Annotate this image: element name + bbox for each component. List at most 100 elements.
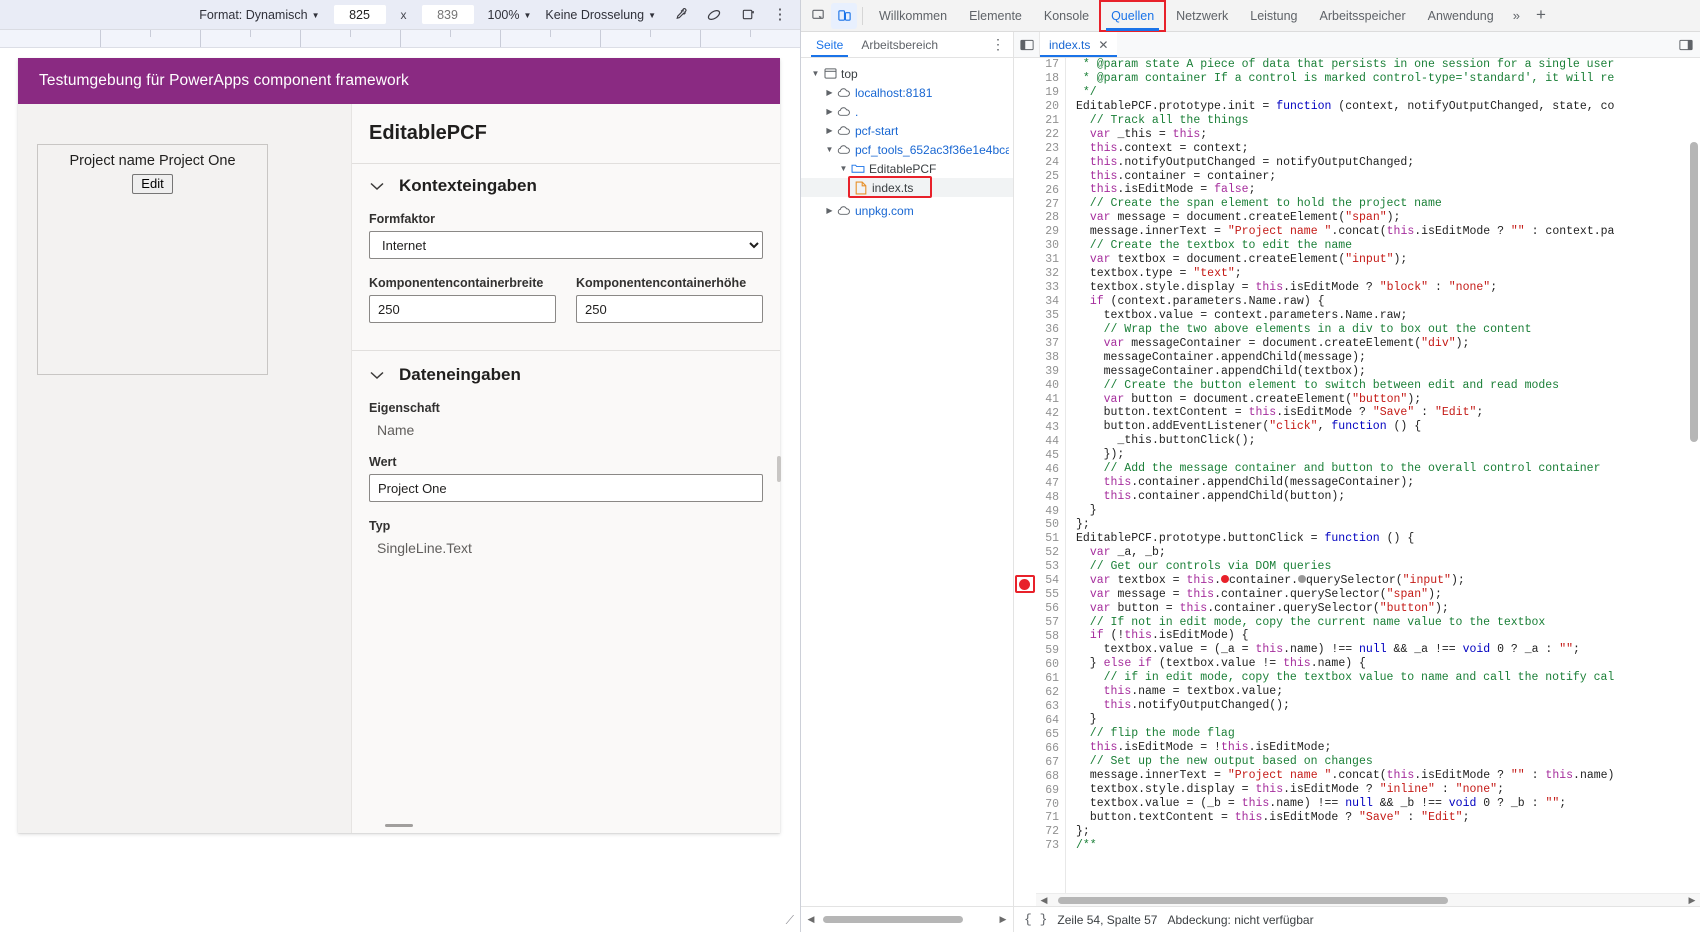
- breakpoint-marker[interactable]: [1019, 579, 1030, 590]
- section-heading: Kontexteingaben: [399, 176, 537, 196]
- viewport-width-input[interactable]: [334, 5, 386, 24]
- sources-statusbar: ◀ ▶ { } Zeile 54, Spalte 57 Abdeckung: n…: [801, 906, 1700, 932]
- file-tree: ▼ top ▶: [801, 58, 1013, 906]
- tree-row[interactable]: ▼ EditablePCF: [801, 159, 1013, 178]
- harness-drag-handle[interactable]: [385, 824, 413, 827]
- inspect-element-icon[interactable]: [805, 3, 831, 29]
- tab-elemente[interactable]: Elemente: [958, 1, 1033, 31]
- tree-row[interactable]: ▼ top: [801, 64, 1013, 83]
- editable-pcf-control: Project name Project One Edit: [37, 144, 268, 375]
- field-typ: Typ SingleLine.Text: [369, 519, 763, 556]
- device-format-dropdown[interactable]: Format: Dynamisch ▼: [199, 8, 319, 22]
- rotate-icon[interactable]: [704, 5, 724, 25]
- wert-input[interactable]: [369, 474, 763, 502]
- show-navigator-icon[interactable]: [1014, 32, 1040, 57]
- tab-arbeitsspeicher[interactable]: Arbeitsspeicher: [1309, 1, 1417, 31]
- add-panel-icon[interactable]: +: [1528, 5, 1554, 27]
- tree-row[interactable]: ▶ .: [801, 102, 1013, 121]
- navigator-more-icon[interactable]: ⋮: [983, 32, 1013, 57]
- cursor-position-label: Zeile 54, Spalte 57: [1057, 913, 1157, 927]
- hscroll-track[interactable]: [1050, 896, 1686, 905]
- throttling-dropdown[interactable]: Keine Drosselung ▼: [545, 8, 656, 22]
- tab-konsole[interactable]: Konsole: [1033, 1, 1100, 31]
- tab-label: Leistung: [1250, 9, 1297, 23]
- field-label: Formfaktor: [369, 212, 763, 226]
- editor-tab-index-ts[interactable]: index.ts ✕: [1040, 32, 1117, 57]
- panel-resize-handle[interactable]: [777, 456, 781, 482]
- code-editor-area[interactable]: 1718192021222324252627282930313233343536…: [1014, 58, 1700, 906]
- section-data-inputs-header[interactable]: Dateneingaben: [369, 365, 763, 385]
- toolbar-divider: [862, 7, 863, 25]
- pretty-print-icon[interactable]: { }: [1024, 912, 1047, 927]
- eyedropper-icon[interactable]: [670, 5, 690, 25]
- container-width-input[interactable]: [369, 295, 556, 323]
- twisty-closed-icon[interactable]: ▶: [823, 126, 836, 135]
- twisty-open-icon[interactable]: ▼: [823, 145, 836, 154]
- navigator-statusbar-scroll[interactable]: ◀ ▶: [801, 907, 1014, 932]
- tree-row[interactable]: ▶ localhost:8181: [801, 83, 1013, 102]
- more-options-icon[interactable]: ⋮: [772, 11, 788, 19]
- cloud-icon: [836, 145, 852, 155]
- tab-willkommen[interactable]: Willkommen: [868, 1, 958, 31]
- tree-label: unpkg.com: [855, 204, 914, 218]
- twisty-closed-icon[interactable]: ▶: [823, 107, 836, 116]
- show-debugger-icon[interactable]: [1672, 32, 1700, 57]
- zoom-dropdown[interactable]: 100% ▼: [488, 8, 532, 22]
- editor-horizontal-scrollbar[interactable]: ◀ ▶: [1036, 893, 1700, 906]
- tab-label: Willkommen: [879, 9, 947, 23]
- nav-tab-seite[interactable]: Seite: [807, 32, 852, 57]
- control-preview-column: Project name Project One Edit: [18, 104, 351, 833]
- control-edit-button[interactable]: Edit: [132, 174, 172, 194]
- code-scroll-container[interactable]: 1718192021222324252627282930313233343536…: [1036, 58, 1700, 906]
- formfaktor-select[interactable]: Internet: [369, 231, 763, 259]
- tab-anwendung[interactable]: Anwendung: [1417, 1, 1505, 31]
- nav-tab-label: Arbeitsbereich: [861, 38, 938, 52]
- nav-tab-arbeitsbereich[interactable]: Arbeitsbereich: [852, 32, 947, 57]
- navigator-tabs: Seite Arbeitsbereich ⋮: [801, 32, 1013, 58]
- close-icon[interactable]: ✕: [1098, 38, 1108, 52]
- chevron-down-icon: ▼: [648, 12, 656, 20]
- cloud-icon: [836, 206, 852, 216]
- device-toolbar-icon[interactable]: [831, 3, 857, 29]
- viewport-resize-corner[interactable]: ⟋: [786, 913, 794, 928]
- more-tabs-icon[interactable]: »: [1505, 8, 1528, 23]
- tree-row-index-ts[interactable]: index.ts: [801, 178, 1013, 197]
- source-editor: index.ts ✕: [1014, 32, 1700, 906]
- code-content[interactable]: * @param state A piece of data that pers…: [1066, 58, 1700, 906]
- tab-quellen[interactable]: Quellen: [1100, 1, 1165, 31]
- emulated-page-viewport: Testumgebung für PowerApps component fra…: [0, 48, 800, 932]
- scrollbar-thumb[interactable]: [1690, 142, 1698, 442]
- folder-icon: [850, 163, 866, 174]
- tab-netzwerk[interactable]: Netzwerk: [1165, 1, 1239, 31]
- scroll-left-arrow[interactable]: ◀: [1038, 895, 1050, 906]
- twisty-closed-icon[interactable]: ▶: [823, 88, 836, 97]
- tab-leistung[interactable]: Leistung: [1239, 1, 1308, 31]
- editor-tabbar: index.ts ✕: [1014, 32, 1700, 58]
- breakpoint-gutter[interactable]: [1014, 58, 1036, 906]
- screenshot-icon[interactable]: [738, 5, 758, 25]
- eigenschaft-value: Name: [369, 420, 763, 438]
- app-root: Format: Dynamisch ▼ x 100% ▼ Keine Dross…: [0, 0, 1700, 932]
- chevron-down-icon: [369, 178, 385, 194]
- section-context-inputs-header[interactable]: Kontexteingaben: [369, 176, 763, 196]
- tree-row[interactable]: ▶ unpkg.com: [801, 201, 1013, 220]
- sources-navigator: Seite Arbeitsbereich ⋮ ▼: [801, 32, 1014, 906]
- scrollbar-thumb[interactable]: [1058, 897, 1448, 904]
- viewport-height-input[interactable]: [422, 5, 474, 24]
- scrollbar-thumb[interactable]: [823, 916, 963, 923]
- field-eigenschaft: Eigenschaft Name: [369, 401, 763, 438]
- harness-title: Testumgebung für PowerApps component fra…: [39, 72, 409, 90]
- twisty-closed-icon[interactable]: ▶: [823, 206, 836, 215]
- twisty-open-icon[interactable]: ▼: [809, 69, 822, 78]
- container-height-input[interactable]: [576, 295, 763, 323]
- nav-tab-label: Seite: [816, 38, 843, 52]
- tree-row[interactable]: ▶ pcf-start: [801, 121, 1013, 140]
- hscroll-track[interactable]: [817, 915, 997, 924]
- scroll-right-arrow[interactable]: ▶: [997, 914, 1009, 925]
- twisty-open-icon[interactable]: ▼: [837, 164, 850, 173]
- field-label: Komponentencontainerbreite: [369, 276, 556, 290]
- editor-vertical-scrollbar[interactable]: [1688, 58, 1700, 906]
- scroll-left-arrow[interactable]: ◀: [805, 914, 817, 925]
- tree-row[interactable]: ▼ pcf_tools_652ac3f36e1e4bca82d: [801, 140, 1013, 159]
- scroll-right-arrow[interactable]: ▶: [1686, 895, 1698, 906]
